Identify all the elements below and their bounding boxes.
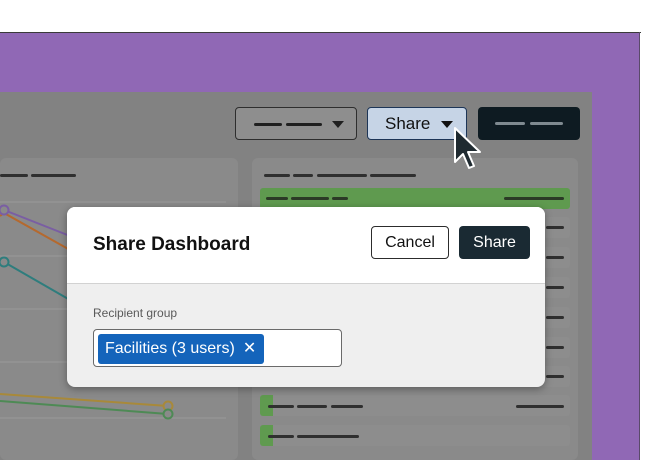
share-menu-label: Share [385, 113, 431, 133]
data-point [0, 204, 10, 216]
data-point [0, 256, 10, 268]
share-button[interactable]: Share [459, 226, 530, 259]
window-frame-edge-right [639, 32, 640, 460]
list-item-text [297, 405, 327, 408]
list-title-placeholder [317, 174, 367, 177]
list-item[interactable] [260, 188, 570, 209]
primary-action-button[interactable] [478, 107, 580, 140]
recipient-group-label: Recipient group [93, 306, 178, 320]
series-line-green [0, 400, 169, 415]
share-dialog-header: Share Dashboard Cancel Share [67, 207, 545, 284]
list-item-value [516, 405, 564, 408]
list-item-text [268, 405, 294, 408]
list-item[interactable] [260, 395, 570, 416]
list-item-value [546, 346, 564, 349]
button-placeholder-text [495, 122, 525, 125]
series-line-gold [0, 393, 169, 407]
list-item-text [297, 435, 359, 438]
data-point [162, 408, 174, 420]
list-item[interactable] [260, 425, 570, 446]
cancel-button[interactable]: Cancel [371, 226, 449, 259]
series-line-teal [0, 261, 71, 301]
recipient-group-field[interactable]: Facilities (3 users) ✕ [93, 329, 342, 367]
series-line-purple [0, 209, 71, 237]
recipient-chip: Facilities (3 users) ✕ [98, 334, 265, 364]
recipient-chip-label: Facilities (3 users) [105, 340, 235, 357]
dropdown-placeholder-text [254, 123, 282, 126]
view-dropdown[interactable] [235, 107, 357, 140]
mouse-pointer-icon [454, 127, 481, 169]
list-item-text [268, 435, 294, 438]
list-item-value [546, 316, 564, 319]
list-item-value [546, 286, 564, 289]
list-item-value [546, 375, 564, 378]
button-placeholder-text [530, 122, 563, 125]
list-item-text [332, 197, 348, 200]
list-title-placeholder [264, 174, 290, 177]
list-item-value [546, 256, 564, 259]
list-title-placeholder [293, 174, 313, 177]
share-dialog: Share Dashboard Cancel Share Recipient g… [67, 207, 545, 387]
list-title-placeholder [370, 174, 416, 177]
dropdown-placeholder-text [286, 123, 322, 126]
list-item-text [331, 405, 363, 408]
dialog-title: Share Dashboard [93, 234, 251, 255]
list-item-text [291, 197, 329, 200]
caret-down-icon [332, 121, 344, 128]
list-item-text [266, 197, 288, 200]
close-icon[interactable]: ✕ [243, 341, 256, 357]
list-item-value [504, 197, 564, 200]
list-item-value [546, 226, 564, 229]
